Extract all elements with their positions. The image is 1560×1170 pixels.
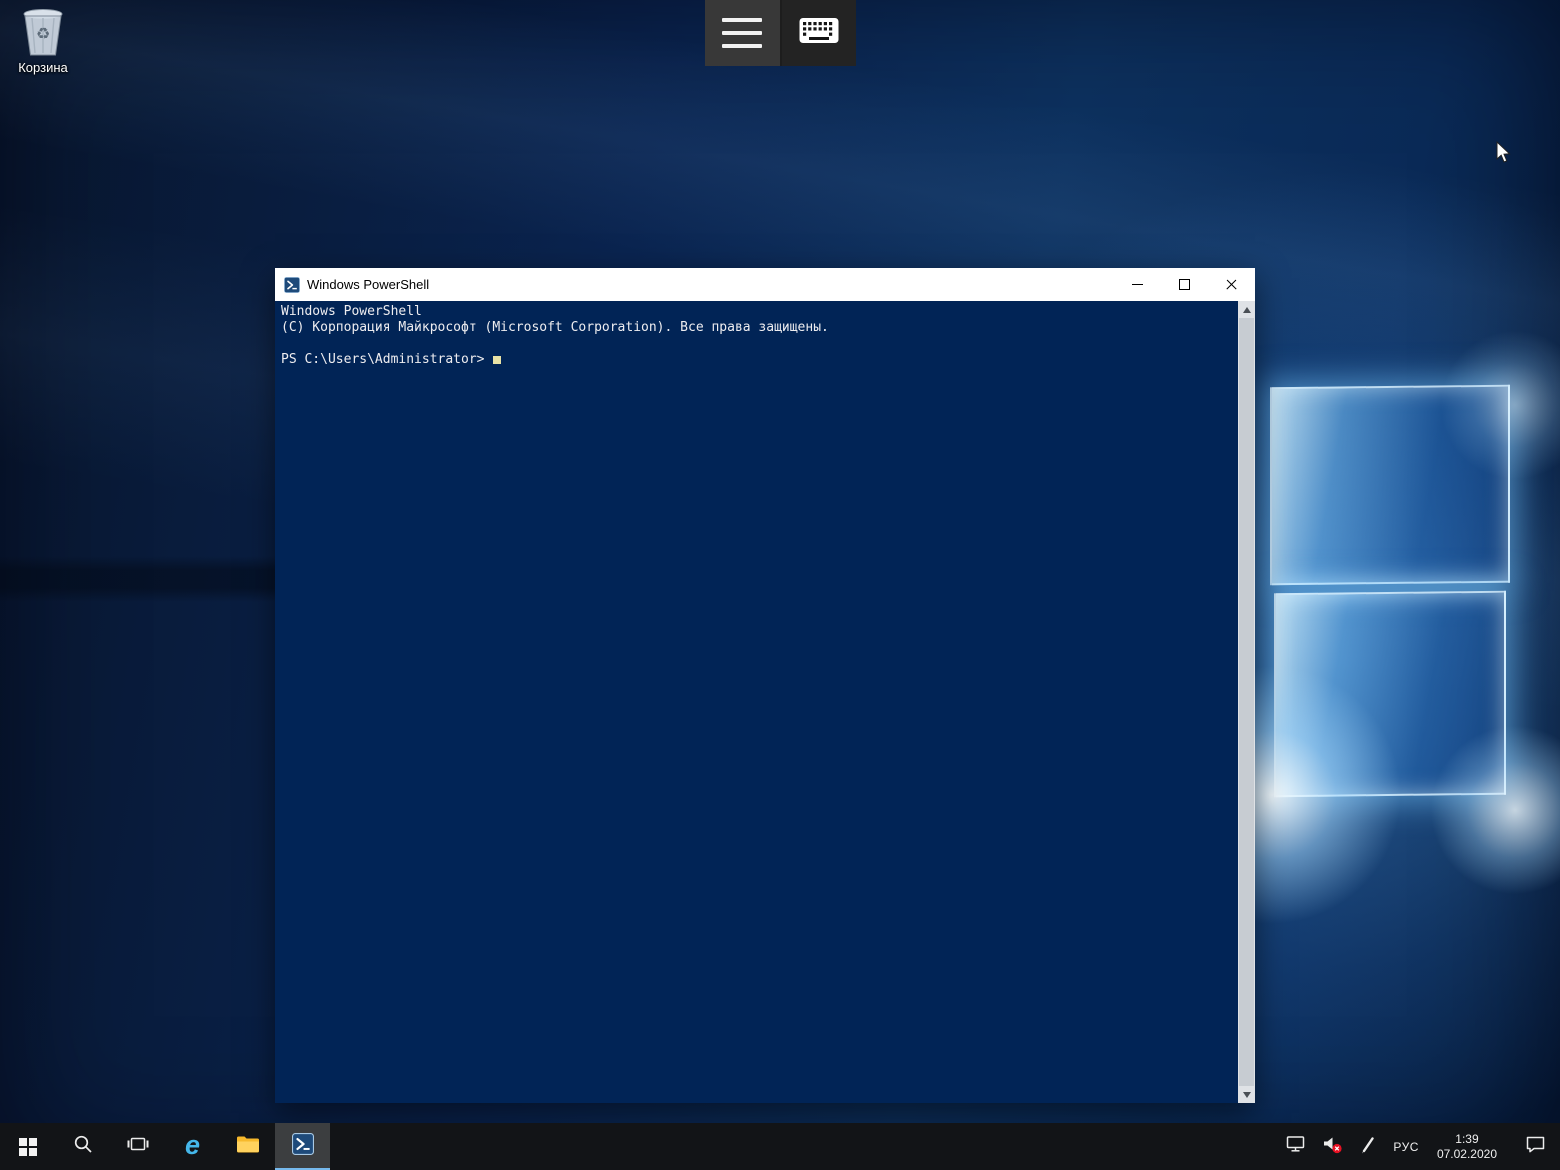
task-view-button[interactable] <box>110 1123 165 1170</box>
vm-console-toolbar <box>705 0 856 66</box>
keyboard-button[interactable] <box>782 0 857 66</box>
window-controls <box>1114 268 1255 301</box>
scrollbar-thumb[interactable] <box>1239 318 1254 1086</box>
language-indicator[interactable]: РУС <box>1385 1123 1427 1170</box>
console-line: (C) Корпорация Майкрософт (Microsoft Cor… <box>281 320 1255 336</box>
search-icon <box>73 1134 93 1159</box>
keyboard-icon <box>799 17 839 49</box>
recycle-bin-icon: ♻ <box>20 6 66 58</box>
internet-explorer-icon: e <box>185 1132 200 1159</box>
clock[interactable]: 1:39 07.02.2020 <box>1427 1132 1507 1162</box>
pen-icon <box>1359 1135 1377 1159</box>
language-label: РУС <box>1393 1140 1419 1154</box>
clock-date: 07.02.2020 <box>1437 1147 1497 1162</box>
taskbar: e <box>0 1123 1560 1170</box>
internet-explorer-button[interactable]: e <box>165 1123 220 1170</box>
speaker-muted-icon <box>1322 1135 1343 1159</box>
display-tray-button[interactable] <box>1278 1123 1314 1170</box>
recycle-bin-label: Корзина <box>8 60 78 75</box>
start-icon <box>19 1138 37 1156</box>
action-center-button[interactable] <box>1511 1123 1560 1170</box>
powershell-icon <box>292 1133 314 1160</box>
recycle-bin[interactable]: ♻ Корзина <box>8 6 78 75</box>
minimize-button[interactable] <box>1114 268 1161 301</box>
arrow-down-icon <box>1243 1092 1251 1098</box>
window-titlebar[interactable]: Windows PowerShell <box>275 268 1255 301</box>
arrow-up-icon <box>1243 307 1251 313</box>
prompt-line: PS C:\Users\Administrator> <box>281 352 1255 368</box>
wallpaper-horizon-band <box>0 556 278 602</box>
prompt: PS C:\Users\Administrator> <box>281 352 492 367</box>
minimize-icon <box>1132 284 1143 285</box>
menu-button[interactable] <box>705 0 780 66</box>
file-explorer-button[interactable] <box>220 1123 275 1170</box>
powershell-window-icon <box>284 277 300 293</box>
maximize-icon <box>1179 279 1190 290</box>
maximize-button[interactable] <box>1161 268 1208 301</box>
system-tray: РУС 1:39 07.02.2020 <box>1278 1123 1560 1170</box>
windows-logo-pane-bottom <box>1274 591 1506 797</box>
text-cursor <box>493 356 501 364</box>
console-line: Windows PowerShell <box>281 304 1255 320</box>
search-button[interactable] <box>55 1123 110 1170</box>
start-button[interactable] <box>0 1123 55 1170</box>
display-icon <box>1286 1135 1306 1158</box>
hamburger-menu-icon <box>722 18 762 48</box>
console-output[interactable]: Windows PowerShell (C) Корпорация Майкро… <box>275 301 1255 1103</box>
file-explorer-icon <box>236 1134 260 1159</box>
task-view-icon <box>127 1134 149 1159</box>
console-line <box>281 336 1255 352</box>
clock-time: 1:39 <box>1455 1132 1478 1147</box>
powershell-taskbar-button[interactable] <box>275 1123 330 1170</box>
volume-tray-button[interactable] <box>1314 1123 1351 1170</box>
scroll-up-button[interactable] <box>1238 301 1255 318</box>
close-button[interactable] <box>1208 268 1255 301</box>
svg-text:♻: ♻ <box>36 24 50 43</box>
scroll-down-button[interactable] <box>1238 1086 1255 1103</box>
taskbar-left: e <box>0 1123 330 1170</box>
action-center-icon <box>1525 1135 1546 1159</box>
window-title: Windows PowerShell <box>307 277 1114 292</box>
console-scrollbar[interactable] <box>1238 301 1255 1103</box>
powershell-window: Windows PowerShell Windows PowerShell (C… <box>275 268 1255 1103</box>
windows-logo-pane-top <box>1270 385 1510 586</box>
pen-tray-button[interactable] <box>1351 1123 1385 1170</box>
